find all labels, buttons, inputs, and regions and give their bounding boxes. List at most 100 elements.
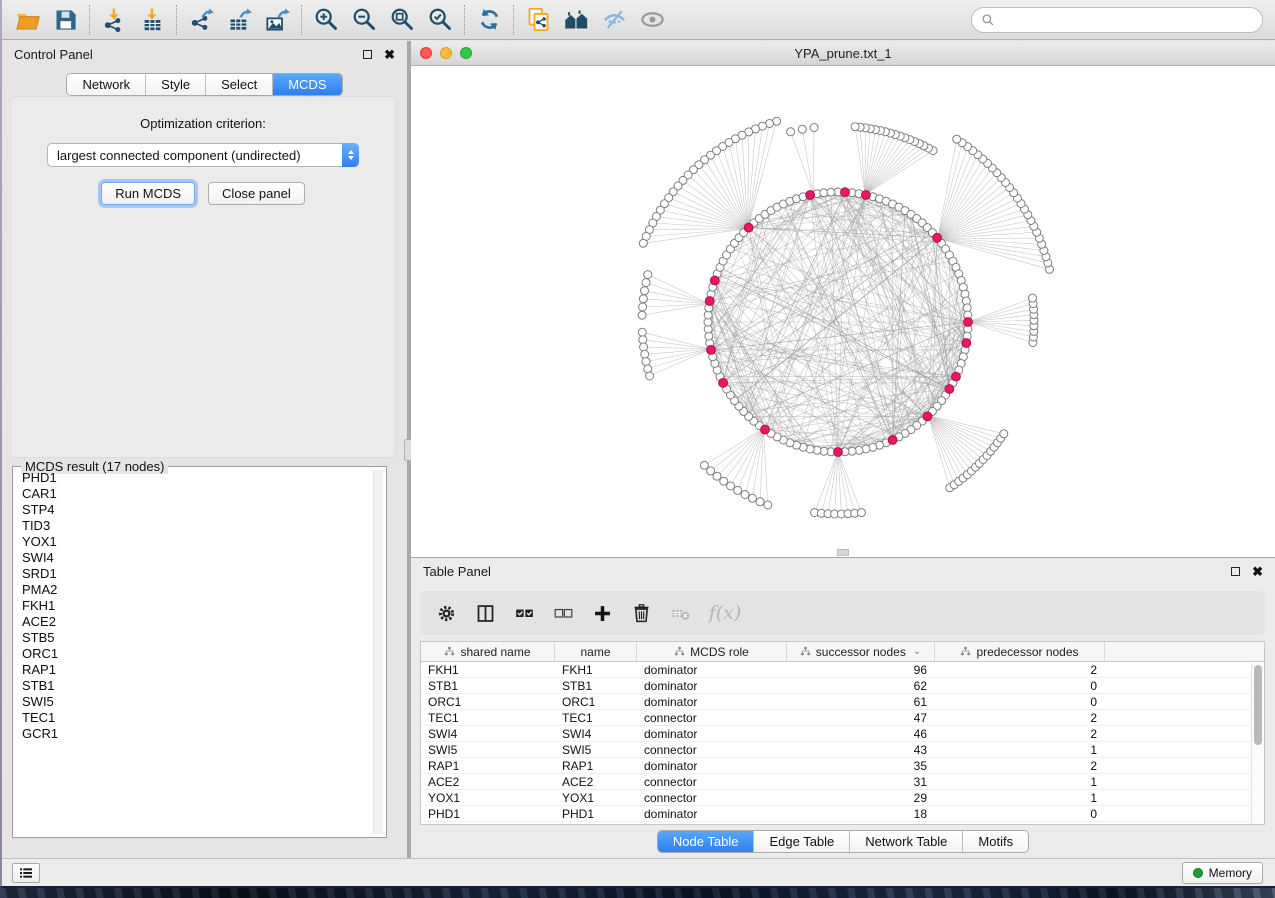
mcds-result-item[interactable]: SWI5 bbox=[16, 694, 372, 710]
network-node[interactable] bbox=[639, 295, 647, 303]
cell[interactable]: RAP1 bbox=[421, 758, 555, 773]
network-node[interactable] bbox=[646, 372, 654, 380]
close-panel-button[interactable]: Close panel bbox=[208, 182, 305, 205]
tab-select[interactable]: Select bbox=[206, 74, 273, 95]
import-network-icon[interactable] bbox=[95, 4, 133, 36]
cell[interactable]: 0 bbox=[935, 694, 1105, 709]
mcds-node[interactable] bbox=[962, 339, 971, 348]
mcds-node[interactable] bbox=[862, 191, 871, 200]
network-node[interactable] bbox=[810, 124, 818, 132]
add-column-icon[interactable] bbox=[587, 598, 617, 628]
cell[interactable]: 18 bbox=[787, 806, 935, 821]
mcds-node[interactable] bbox=[888, 436, 897, 445]
cell[interactable]: STB1 bbox=[555, 678, 637, 693]
cell[interactable]: 1 bbox=[935, 774, 1105, 789]
network-node[interactable] bbox=[851, 123, 859, 131]
network-node[interactable] bbox=[720, 477, 728, 485]
network-node[interactable] bbox=[764, 501, 772, 509]
cell[interactable]: 29 bbox=[787, 790, 935, 805]
column-header-predecessor-nodes[interactable]: predecessor nodes bbox=[935, 642, 1105, 661]
zoom-fit-icon[interactable] bbox=[383, 4, 421, 36]
mcds-result-item[interactable]: STB5 bbox=[16, 630, 372, 646]
cell[interactable]: ACE2 bbox=[421, 774, 555, 789]
cell[interactable]: connector bbox=[637, 790, 787, 805]
network-node[interactable] bbox=[641, 350, 649, 358]
mcds-result-item[interactable]: CAR1 bbox=[16, 486, 372, 502]
table-row[interactable]: PHD1PHD1dominator180 bbox=[421, 806, 1264, 822]
network-node[interactable] bbox=[1000, 430, 1008, 438]
mcds-node[interactable] bbox=[806, 191, 815, 200]
task-history-button[interactable] bbox=[12, 863, 40, 883]
network-node[interactable] bbox=[638, 328, 646, 336]
table-row[interactable]: ORC1ORC1dominator610 bbox=[421, 694, 1264, 710]
cell[interactable]: PHD1 bbox=[421, 806, 555, 821]
close-panel-icon[interactable]: ✖ bbox=[384, 48, 395, 61]
mcds-node[interactable] bbox=[964, 318, 973, 327]
mcds-result-item[interactable]: FKH1 bbox=[16, 598, 372, 614]
mcds-result-list[interactable]: PHD1CAR1STP4TID3YOX1SWI4SRD1PMA2FKH1ACE2… bbox=[16, 470, 372, 834]
table-scrollbar-thumb[interactable] bbox=[1254, 665, 1262, 745]
cell[interactable]: 47 bbox=[787, 710, 935, 725]
mcds-result-item[interactable]: RAP1 bbox=[16, 662, 372, 678]
mcds-result-item[interactable]: PHD1 bbox=[16, 470, 372, 486]
table-row[interactable]: SWI4SWI4dominator462 bbox=[421, 726, 1264, 742]
cell[interactable]: 62 bbox=[787, 678, 935, 693]
import-table-icon[interactable] bbox=[133, 4, 171, 36]
show-columns-icon[interactable] bbox=[470, 598, 500, 628]
cell[interactable]: 35 bbox=[787, 758, 935, 773]
cell[interactable]: ORC1 bbox=[555, 694, 637, 709]
cell[interactable]: SWI4 bbox=[555, 726, 637, 741]
tab-mcds[interactable]: MCDS bbox=[273, 74, 341, 95]
run-mcds-button[interactable]: Run MCDS bbox=[101, 182, 195, 205]
cell[interactable]: YOX1 bbox=[555, 790, 637, 805]
cell[interactable]: 0 bbox=[935, 806, 1105, 821]
export-network-icon[interactable] bbox=[182, 4, 220, 36]
first-neighbors-icon[interactable] bbox=[557, 4, 595, 36]
tab-node-table[interactable]: Node Table bbox=[658, 831, 755, 852]
cell[interactable]: 2 bbox=[935, 758, 1105, 773]
cell[interactable]: ACE2 bbox=[555, 774, 637, 789]
cell[interactable]: dominator bbox=[637, 678, 787, 693]
mcds-node[interactable] bbox=[841, 188, 850, 197]
column-header-shared-name[interactable]: shared name bbox=[421, 642, 555, 661]
zoom-in-icon[interactable] bbox=[307, 4, 345, 36]
mcds-result-item[interactable]: GCR1 bbox=[16, 726, 372, 742]
network-node[interactable] bbox=[727, 482, 735, 490]
mcds-result-item[interactable]: ORC1 bbox=[16, 646, 372, 662]
network-canvas[interactable] bbox=[411, 66, 1275, 557]
mcds-result-item[interactable]: SRD1 bbox=[16, 566, 372, 582]
search-box[interactable] bbox=[971, 7, 1263, 33]
mcds-node[interactable] bbox=[945, 385, 954, 394]
cell[interactable]: FKH1 bbox=[421, 662, 555, 677]
cell[interactable]: connector bbox=[637, 742, 787, 757]
search-input[interactable] bbox=[1001, 13, 1253, 28]
network-node[interactable] bbox=[787, 128, 795, 136]
network-node[interactable] bbox=[1029, 294, 1037, 302]
network-node[interactable] bbox=[756, 498, 764, 506]
deselect-all-icon[interactable] bbox=[548, 598, 578, 628]
cell[interactable]: 61 bbox=[787, 694, 935, 709]
mcds-node[interactable] bbox=[761, 425, 770, 434]
network-node[interactable] bbox=[641, 287, 649, 295]
network-node[interactable] bbox=[639, 336, 647, 344]
export-image-icon[interactable] bbox=[258, 4, 296, 36]
network-titlebar[interactable]: YPA_prune.txt_1 bbox=[411, 41, 1275, 66]
cell[interactable]: SWI4 bbox=[421, 726, 555, 741]
cell[interactable]: dominator bbox=[637, 806, 787, 821]
tab-edge-table[interactable]: Edge Table bbox=[754, 831, 850, 852]
mcds-node[interactable] bbox=[923, 412, 932, 421]
mcds-result-item[interactable]: TEC1 bbox=[16, 710, 372, 726]
column-header-successor-nodes[interactable]: successor nodes⌄ bbox=[787, 642, 935, 661]
cell[interactable]: 43 bbox=[787, 742, 935, 757]
mcds-node[interactable] bbox=[933, 233, 942, 242]
memory-button[interactable]: Memory bbox=[1182, 862, 1263, 884]
network-node[interactable] bbox=[734, 486, 742, 494]
network-node[interactable] bbox=[639, 239, 647, 247]
cell[interactable]: 46 bbox=[787, 726, 935, 741]
tab-motifs[interactable]: Motifs bbox=[963, 831, 1028, 852]
cell[interactable]: dominator bbox=[637, 758, 787, 773]
network-snapshot-icon[interactable] bbox=[519, 4, 557, 36]
mcds-list-scrollbar[interactable] bbox=[373, 470, 383, 834]
zoom-selected-icon[interactable] bbox=[421, 4, 459, 36]
mcds-node[interactable] bbox=[744, 223, 753, 232]
